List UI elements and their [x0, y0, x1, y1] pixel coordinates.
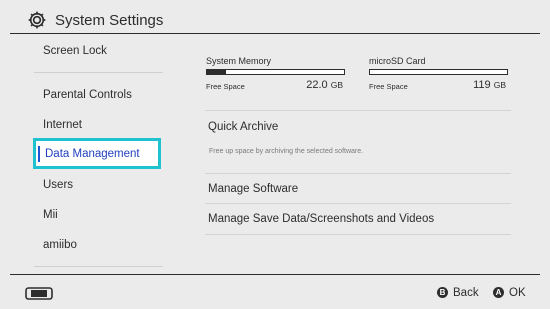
menu-divider: [205, 110, 511, 111]
menu-divider: [205, 203, 511, 204]
sidebar-item-label: Data Management: [45, 148, 140, 160]
ok-label: OK: [509, 287, 526, 299]
sidebar-item-amiibo[interactable]: amiibo: [43, 238, 77, 252]
system-memory-free-size: 22.0 GB: [306, 79, 343, 91]
ok-button[interactable]: A OK: [493, 287, 526, 299]
quick-archive-description: Free up space by archiving the selected …: [209, 148, 364, 155]
microsd-free-size: 119 GB: [473, 79, 506, 91]
sidebar-item-data-management[interactable]: Data Management: [33, 138, 161, 169]
microsd-gauge: [369, 69, 508, 75]
system-memory-gauge-fill: [207, 70, 227, 74]
microsd-free-label: Free Space: [369, 82, 408, 91]
quick-archive-button[interactable]: Quick Archive: [208, 121, 278, 133]
footer-divider: [10, 274, 540, 275]
gear-icon: [28, 11, 46, 29]
sidebar-divider: [34, 72, 163, 73]
manage-software-button[interactable]: Manage Software: [208, 183, 298, 195]
system-memory-free-label: Free Space: [206, 82, 245, 91]
menu-divider: [205, 234, 511, 235]
system-memory-label: System Memory: [206, 56, 272, 66]
back-label: Back: [453, 287, 479, 299]
manage-save-data-button[interactable]: Manage Save Data/Screenshots and Videos: [208, 213, 434, 225]
sidebar-item-internet[interactable]: Internet: [43, 118, 82, 132]
sidebar-item-mii[interactable]: Mii: [43, 208, 58, 222]
page-title: System Settings: [55, 12, 164, 29]
microsd-label: microSD Card: [369, 56, 426, 66]
sidebar-item-users[interactable]: Users: [43, 178, 73, 192]
selection-indicator: [38, 146, 40, 162]
menu-divider: [205, 173, 511, 174]
back-button[interactable]: B Back: [437, 287, 479, 299]
system-memory-gauge: [206, 69, 345, 75]
sidebar-item-screen-lock[interactable]: Screen Lock: [43, 44, 107, 58]
a-button-icon: A: [493, 287, 504, 298]
sidebar: Screen Lock Parental Controls Internet D…: [0, 34, 176, 274]
sidebar-item-parental-controls[interactable]: Parental Controls: [43, 88, 132, 102]
controller-icon: [25, 287, 53, 300]
b-button-icon: B: [437, 287, 448, 298]
sidebar-divider: [34, 266, 163, 267]
